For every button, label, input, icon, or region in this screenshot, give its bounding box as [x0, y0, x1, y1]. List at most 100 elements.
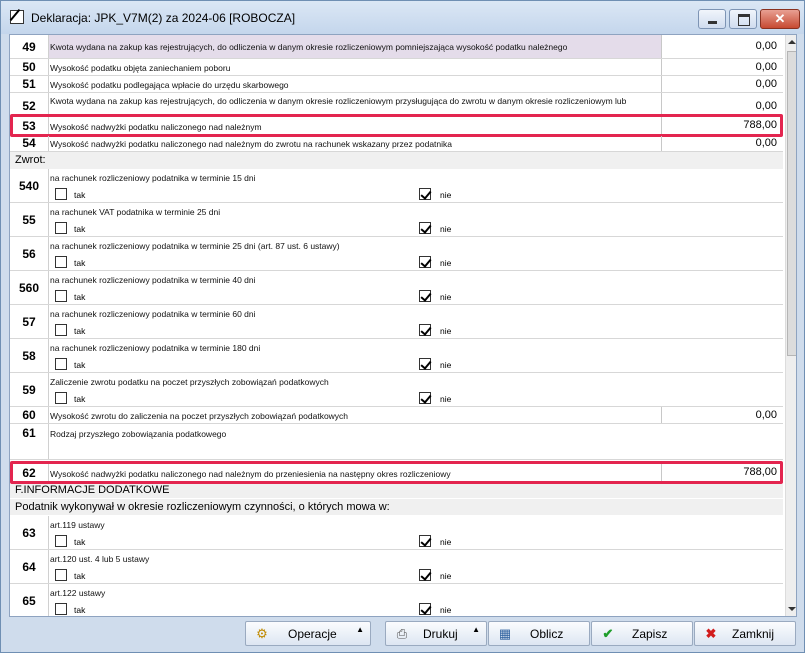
checkbox-tak[interactable]: [55, 222, 67, 234]
checkbox-label-nie: nie: [440, 292, 452, 302]
checkbox-tak[interactable]: [55, 358, 67, 370]
maximize-button[interactable]: [729, 9, 757, 29]
form-row-59: 59 Zaliczenie zwrotu podatku na poczet p…: [10, 373, 783, 407]
form-row-65: 65 art.122 ustawy tak nie: [10, 584, 783, 616]
drukuj-button[interactable]: ⎙ Drukuj ▲: [385, 621, 487, 646]
oblicz-label: Oblicz: [530, 627, 564, 641]
value-text: 788,00: [743, 466, 777, 478]
value-field-51[interactable]: 0,00: [661, 76, 783, 92]
row-number: 62: [22, 466, 36, 480]
form-row-55: 55 na rachunek VAT podatnika w terminie …: [10, 203, 783, 237]
checkbox-nie[interactable]: [419, 358, 431, 370]
row-number: 57: [22, 315, 36, 329]
checkbox-nie[interactable]: [419, 188, 431, 200]
checkbox-label-tak: tak: [74, 605, 86, 615]
scroll-down-arrow-icon[interactable]: [786, 602, 796, 616]
row-number: 61: [22, 426, 36, 440]
row-description: Rodzaj przyszłego zobowiązania podatkowe…: [50, 429, 227, 439]
row-description: na rachunek rozliczeniowy podatnika w te…: [50, 241, 340, 251]
form-row-60: 60 Wysokość zwrotu do zaliczenia na pocz…: [10, 407, 783, 424]
row-number: 60: [22, 408, 36, 422]
form-row-58: 58 na rachunek rozliczeniowy podatnika w…: [10, 339, 783, 373]
caret-up-icon: ▲: [472, 625, 480, 634]
gears-icon: ⚙: [256, 626, 268, 641]
checkbox-nie[interactable]: [419, 603, 431, 615]
value-field-62[interactable]: 788,00: [661, 463, 783, 482]
title-bar: Deklaracja: JPK_V7M(2) za 2024-06 [ROBOC…: [1, 1, 804, 34]
checkbox-label-tak: tak: [74, 360, 86, 370]
checkbox-tak[interactable]: [55, 290, 67, 302]
oblicz-button[interactable]: ▦ Oblicz: [488, 621, 590, 646]
vertical-scrollbar[interactable]: [785, 35, 796, 616]
window-title: Deklaracja: JPK_V7M(2) za 2024-06 [ROBOC…: [31, 11, 296, 25]
checkbox-nie[interactable]: [419, 324, 431, 336]
value-text: 0,00: [755, 100, 777, 112]
checkbox-nie[interactable]: [419, 569, 431, 581]
minimize-button[interactable]: [698, 9, 726, 29]
operacje-button[interactable]: ⚙ Operacje ▲: [245, 621, 371, 646]
checkbox-label-nie: nie: [440, 190, 452, 200]
form-row-50: 50 Wysokość podatku objęta zaniechaniem …: [10, 59, 783, 76]
checkbox-label-nie: nie: [440, 360, 452, 370]
checkbox-label-tak: tak: [74, 537, 86, 547]
value-field-53[interactable]: 788,00: [661, 116, 783, 135]
value-text: 0,00: [755, 78, 777, 90]
scroll-up-arrow-icon[interactable]: [786, 35, 796, 49]
row-number: 50: [22, 60, 36, 74]
checkbox-label-nie: nie: [440, 326, 452, 336]
value-field-54[interactable]: 0,00: [661, 136, 783, 151]
checkbox-nie[interactable]: [419, 256, 431, 268]
checkbox-tak[interactable]: [55, 392, 67, 404]
form-row-560: 560 na rachunek rozliczeniowy podatnika …: [10, 271, 783, 305]
row-description: art.120 ust. 4 lub 5 ustawy: [50, 554, 150, 564]
bottom-toolbar: ⚙ Operacje ▲ ⎙ Drukuj ▲ ▦ Oblicz ✔ Zapis…: [9, 619, 797, 649]
checkbox-nie[interactable]: [419, 535, 431, 547]
checkbox-tak[interactable]: [55, 256, 67, 268]
checkbox-nie[interactable]: [419, 290, 431, 302]
form-row-56: 56 na rachunek rozliczeniowy podatnika w…: [10, 237, 783, 271]
form-row-540: 540 na rachunek rozliczeniowy podatnika …: [10, 169, 783, 203]
checkbox-tak[interactable]: [55, 603, 67, 615]
checkbox-nie[interactable]: [419, 392, 431, 404]
value-text: 0,00: [755, 409, 777, 421]
checkbox-tak[interactable]: [55, 324, 67, 336]
row-description: Wysokość nadwyżki podatku naliczonego na…: [50, 139, 453, 149]
row-description: Wysokość nadwyżki podatku naliczonego na…: [50, 122, 262, 132]
checkbox-label-tak: tak: [74, 394, 86, 404]
value-field-49[interactable]: 0,00: [661, 35, 783, 58]
checkbox-tak[interactable]: [55, 188, 67, 200]
form-row-63: 63 art.119 ustawy tak nie: [10, 516, 783, 550]
scroll-thumb[interactable]: [787, 51, 796, 356]
zamknij-button[interactable]: ✖ Zamknij: [694, 621, 796, 646]
value-field-60[interactable]: 0,00: [661, 407, 783, 423]
declaration-window: Deklaracja: JPK_V7M(2) za 2024-06 [ROBOC…: [0, 0, 805, 653]
form-row-53: 53 Wysokość nadwyżki podatku naliczonego…: [10, 116, 783, 136]
row-description: art.119 ustawy: [50, 520, 105, 530]
zapisz-button[interactable]: ✔ Zapisz: [591, 621, 693, 646]
checkbox-label-tak: tak: [74, 326, 86, 336]
caret-up-icon: ▲: [356, 625, 364, 634]
checkbox-label-tak: tak: [74, 571, 86, 581]
value-field-50[interactable]: 0,00: [661, 59, 783, 75]
checkbox-tak[interactable]: [55, 569, 67, 581]
close-button[interactable]: ✕: [760, 9, 800, 29]
row-number: 49: [22, 40, 36, 54]
checkbox-tak[interactable]: [55, 535, 67, 547]
row-description: Wysokość podatku objęta zaniechaniem pob…: [50, 63, 231, 73]
checkbox-label-nie: nie: [440, 571, 452, 581]
checkbox-label-nie: nie: [440, 258, 452, 268]
row-number: 65: [22, 594, 36, 608]
row-number: 58: [22, 349, 36, 363]
checkbox-nie[interactable]: [419, 222, 431, 234]
row-number: 560: [18, 281, 40, 295]
row-number: 52: [22, 99, 36, 113]
future-liability-type-field[interactable]: [50, 444, 780, 458]
row-number: 540: [18, 179, 40, 193]
row-number: 53: [22, 119, 36, 133]
checkbox-label-nie: nie: [440, 394, 452, 404]
drukuj-label: Drukuj: [423, 627, 458, 641]
form-row-61: 61 Rodzaj przyszłego zobowiązania podatk…: [10, 424, 783, 460]
row-description: Kwota wydana na zakup kas rejestrujących…: [50, 96, 627, 106]
value-field-52[interactable]: 0,00: [661, 93, 783, 115]
checkbox-label-tak: tak: [74, 224, 86, 234]
